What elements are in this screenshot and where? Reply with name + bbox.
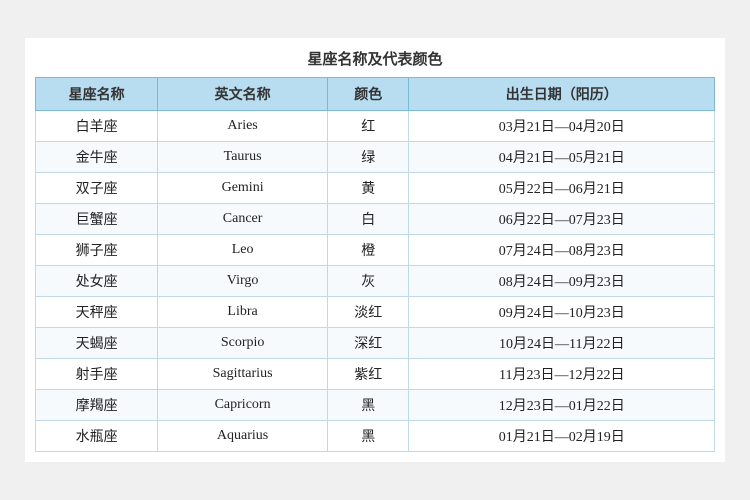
table-header-row: 星座名称 英文名称 颜色 出生日期（阳历） xyxy=(36,78,715,111)
cell-color: 黑 xyxy=(327,421,408,452)
table-row: 金牛座Taurus绿04月21日—05月21日 xyxy=(36,142,715,173)
cell-date: 07月24日—08月23日 xyxy=(409,235,715,266)
cell-english: Capricorn xyxy=(158,390,328,421)
cell-chinese: 天秤座 xyxy=(36,297,158,328)
cell-date: 04月21日—05月21日 xyxy=(409,142,715,173)
cell-chinese: 处女座 xyxy=(36,266,158,297)
cell-chinese: 摩羯座 xyxy=(36,390,158,421)
cell-color: 白 xyxy=(327,204,408,235)
header-date: 出生日期（阳历） xyxy=(409,78,715,111)
table-row: 巨蟹座Cancer白06月22日—07月23日 xyxy=(36,204,715,235)
cell-chinese: 水瓶座 xyxy=(36,421,158,452)
cell-chinese: 双子座 xyxy=(36,173,158,204)
cell-english: Scorpio xyxy=(158,328,328,359)
table-row: 双子座Gemini黄05月22日—06月21日 xyxy=(36,173,715,204)
table-row: 白羊座Aries红03月21日—04月20日 xyxy=(36,111,715,142)
cell-chinese: 狮子座 xyxy=(36,235,158,266)
cell-date: 09月24日—10月23日 xyxy=(409,297,715,328)
cell-color: 黑 xyxy=(327,390,408,421)
cell-color: 紫红 xyxy=(327,359,408,390)
cell-english: Cancer xyxy=(158,204,328,235)
cell-english: Leo xyxy=(158,235,328,266)
cell-date: 10月24日—11月22日 xyxy=(409,328,715,359)
cell-color: 橙 xyxy=(327,235,408,266)
cell-color: 淡红 xyxy=(327,297,408,328)
page-title: 星座名称及代表颜色 xyxy=(35,48,715,69)
header-chinese: 星座名称 xyxy=(36,78,158,111)
cell-date: 03月21日—04月20日 xyxy=(409,111,715,142)
header-english: 英文名称 xyxy=(158,78,328,111)
cell-chinese: 金牛座 xyxy=(36,142,158,173)
zodiac-table: 星座名称 英文名称 颜色 出生日期（阳历） 白羊座Aries红03月21日—04… xyxy=(35,77,715,452)
cell-color: 深红 xyxy=(327,328,408,359)
cell-english: Aries xyxy=(158,111,328,142)
header-color: 颜色 xyxy=(327,78,408,111)
cell-english: Libra xyxy=(158,297,328,328)
cell-english: Aquarius xyxy=(158,421,328,452)
cell-color: 灰 xyxy=(327,266,408,297)
main-container: 星座名称及代表颜色 星座名称 英文名称 颜色 出生日期（阳历） 白羊座Aries… xyxy=(25,38,725,462)
cell-color: 绿 xyxy=(327,142,408,173)
table-row: 摩羯座Capricorn黑12月23日—01月22日 xyxy=(36,390,715,421)
cell-chinese: 巨蟹座 xyxy=(36,204,158,235)
cell-date: 11月23日—12月22日 xyxy=(409,359,715,390)
table-row: 天蝎座Scorpio深红10月24日—11月22日 xyxy=(36,328,715,359)
cell-english: Taurus xyxy=(158,142,328,173)
cell-date: 08月24日—09月23日 xyxy=(409,266,715,297)
cell-english: Sagittarius xyxy=(158,359,328,390)
table-row: 射手座Sagittarius紫红11月23日—12月22日 xyxy=(36,359,715,390)
table-row: 狮子座Leo橙07月24日—08月23日 xyxy=(36,235,715,266)
cell-chinese: 射手座 xyxy=(36,359,158,390)
cell-color: 红 xyxy=(327,111,408,142)
table-row: 处女座Virgo灰08月24日—09月23日 xyxy=(36,266,715,297)
cell-chinese: 白羊座 xyxy=(36,111,158,142)
cell-english: Gemini xyxy=(158,173,328,204)
cell-date: 06月22日—07月23日 xyxy=(409,204,715,235)
cell-date: 12月23日—01月22日 xyxy=(409,390,715,421)
table-row: 水瓶座Aquarius黑01月21日—02月19日 xyxy=(36,421,715,452)
cell-english: Virgo xyxy=(158,266,328,297)
cell-chinese: 天蝎座 xyxy=(36,328,158,359)
cell-date: 01月21日—02月19日 xyxy=(409,421,715,452)
cell-color: 黄 xyxy=(327,173,408,204)
table-row: 天秤座Libra淡红09月24日—10月23日 xyxy=(36,297,715,328)
cell-date: 05月22日—06月21日 xyxy=(409,173,715,204)
